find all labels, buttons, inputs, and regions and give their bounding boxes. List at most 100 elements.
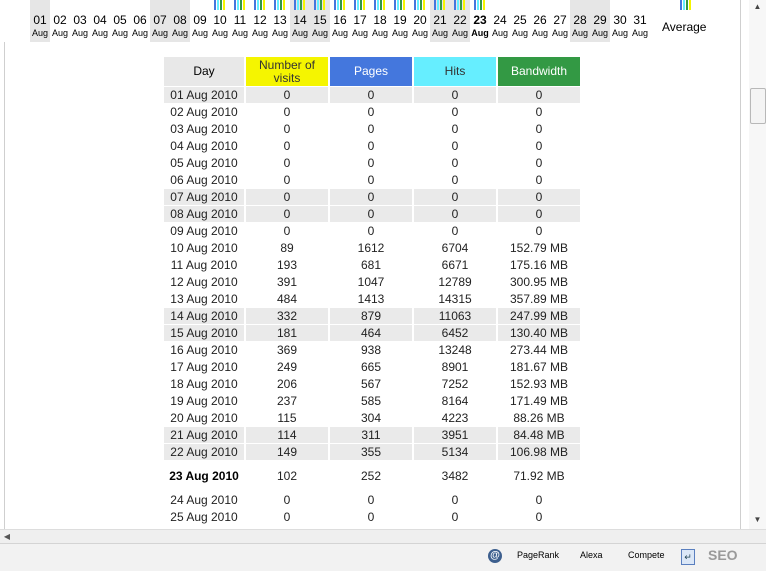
day-column: 31 Aug bbox=[630, 0, 650, 42]
day-bars bbox=[233, 0, 247, 10]
table-row: 24 Aug 2010 0 0 0 0 bbox=[164, 492, 580, 508]
day-month: Aug bbox=[111, 28, 128, 38]
day-column: 13 Aug bbox=[270, 0, 290, 42]
day-month: Aug bbox=[531, 28, 548, 38]
scroll-thumb[interactable] bbox=[750, 88, 766, 124]
day-bar bbox=[477, 0, 479, 10]
day-bar bbox=[297, 0, 299, 10]
cell-pages: 0 bbox=[367, 122, 375, 136]
table-row: 25 Aug 2010 0 0 0 0 bbox=[164, 509, 580, 525]
cell-day: 24 Aug 2010 bbox=[170, 493, 238, 507]
cell-pages: 1612 bbox=[357, 241, 385, 255]
day-month: Aug bbox=[191, 28, 208, 38]
table-row: 22 Aug 2010 149 355 5134 106.98 MB bbox=[164, 444, 580, 460]
day-bar bbox=[457, 0, 459, 10]
cell-pages: 681 bbox=[360, 258, 382, 272]
day-bar bbox=[357, 0, 359, 10]
day-column: 15 Aug bbox=[310, 0, 330, 42]
day-bars bbox=[353, 0, 367, 10]
cell-hits: 0 bbox=[414, 206, 496, 222]
cell-bandwidth: 152.93 MB bbox=[509, 377, 569, 391]
scroll-down-icon[interactable]: ▼ bbox=[749, 513, 766, 527]
cell-bandwidth: 171.49 MB bbox=[509, 394, 569, 408]
cell-pages: 0 bbox=[367, 173, 375, 187]
cell-pages: 0 bbox=[367, 224, 375, 238]
pagerank-link[interactable]: PageRank bbox=[517, 550, 559, 560]
cell-visits: 0 bbox=[283, 122, 291, 136]
cell-visits: 332 bbox=[246, 308, 328, 324]
day-column: 11 Aug bbox=[230, 0, 250, 42]
cell-day: 11 Aug 2010 bbox=[170, 258, 238, 272]
day-column: 12 Aug bbox=[250, 0, 270, 42]
table-row: 05 Aug 2010 0 0 0 0 bbox=[164, 155, 580, 171]
day-number: 30 bbox=[613, 13, 627, 27]
cell-hits: 13248 bbox=[438, 343, 472, 357]
vertical-scrollbar[interactable]: ▲ ▼ bbox=[749, 0, 766, 529]
cell-pages: 879 bbox=[330, 308, 412, 324]
day-bar bbox=[217, 0, 219, 10]
cell-hits: 0 bbox=[451, 224, 459, 238]
day-number: 26 bbox=[533, 13, 547, 27]
cell-pages: 464 bbox=[330, 325, 412, 341]
day-month: Aug bbox=[491, 28, 508, 38]
day-number: 12 bbox=[253, 13, 267, 27]
horizontal-scrollbar[interactable]: ◀ bbox=[0, 529, 766, 544]
cell-visits: 181 bbox=[246, 325, 328, 341]
cell-pages: 585 bbox=[360, 394, 382, 408]
scroll-left-icon[interactable]: ◀ bbox=[0, 530, 14, 544]
day-number: 20 bbox=[413, 13, 427, 27]
scroll-up-icon[interactable]: ▲ bbox=[749, 0, 766, 14]
day-number: 09 bbox=[193, 13, 207, 27]
cell-pages: 0 bbox=[330, 206, 412, 222]
table-row: 14 Aug 2010 332 879 11063 247.99 MB bbox=[164, 308, 580, 324]
cell-visits: 0 bbox=[246, 189, 328, 205]
cell-day: 04 Aug 2010 bbox=[170, 139, 238, 153]
day-month: Aug bbox=[171, 28, 188, 38]
cell-visits: 0 bbox=[283, 493, 291, 507]
cell-pages: 252 bbox=[360, 469, 382, 483]
day-bar bbox=[483, 0, 485, 10]
table-header-row: Day Number of visits Pages Hits Bandwidt… bbox=[164, 57, 580, 86]
alexa-link[interactable]: Alexa bbox=[580, 550, 603, 560]
cell-pages: 938 bbox=[360, 343, 382, 357]
cell-bandwidth: 0 bbox=[535, 493, 543, 507]
cell-visits: 89 bbox=[280, 241, 294, 255]
compete-link[interactable]: Compete bbox=[628, 550, 665, 560]
cell-bandwidth: 357.89 MB bbox=[509, 292, 569, 306]
extension-icon[interactable]: ↵ bbox=[681, 549, 695, 565]
cell-day: 05 Aug 2010 bbox=[170, 156, 238, 170]
table-row: 08 Aug 2010 0 0 0 0 bbox=[164, 206, 580, 222]
cell-day: 13 Aug 2010 bbox=[170, 292, 238, 306]
day-column: 26 Aug bbox=[530, 0, 550, 42]
cell-visits: 0 bbox=[283, 139, 291, 153]
day-month: Aug bbox=[231, 28, 248, 38]
day-bar bbox=[257, 0, 259, 10]
cell-bandwidth: 0 bbox=[498, 87, 580, 103]
day-bar bbox=[220, 0, 222, 10]
cell-bandwidth: 0 bbox=[535, 122, 543, 136]
cell-day: 06 Aug 2010 bbox=[170, 173, 238, 187]
day-column: 18 Aug bbox=[370, 0, 390, 42]
day-number: 10 bbox=[213, 13, 227, 27]
cell-bandwidth: 0 bbox=[535, 139, 543, 153]
cell-visits: 391 bbox=[276, 275, 298, 289]
day-number: 08 bbox=[173, 13, 187, 27]
table-row: 15 Aug 2010 181 464 6452 130.40 MB bbox=[164, 325, 580, 341]
day-bar bbox=[283, 0, 285, 10]
cell-day: 09 Aug 2010 bbox=[170, 224, 238, 238]
day-column: 06 Aug bbox=[130, 0, 150, 42]
cell-visits: 237 bbox=[276, 394, 298, 408]
header-visits: Number of visits bbox=[246, 57, 328, 86]
day-bars bbox=[333, 0, 347, 10]
day-column: 20 Aug bbox=[410, 0, 430, 42]
day-month: Aug bbox=[611, 28, 628, 38]
table-row: 23 Aug 2010 102 252 3482 71.92 MB bbox=[164, 461, 580, 491]
day-bar bbox=[460, 0, 462, 10]
table-row: 07 Aug 2010 0 0 0 0 bbox=[164, 189, 580, 205]
cell-visits: 0 bbox=[246, 206, 328, 222]
seo-icon[interactable]: SEO bbox=[708, 547, 738, 563]
cell-visits: 149 bbox=[246, 444, 328, 460]
cell-day: 20 Aug 2010 bbox=[170, 411, 238, 425]
day-bar bbox=[243, 0, 245, 10]
at-sign-icon[interactable]: @ bbox=[488, 549, 502, 563]
